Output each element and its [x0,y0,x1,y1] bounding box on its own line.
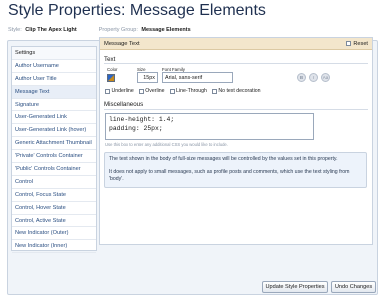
sidebar-item-control-focus-state[interactable]: Control, Focus State [12,189,96,202]
style-selector-bar: Style: Clip The Apex Light Property Grou… [8,24,378,36]
text-section-title: Text [104,56,116,63]
style-value: Clip The Apex Light [25,27,77,33]
overline-checkbox-box[interactable] [138,88,144,94]
no-text-decoration-checkbox[interactable]: No text decoration [211,88,261,94]
color-label: Color [107,67,118,72]
no-text-decoration-checkbox-box[interactable] [211,88,217,94]
line-through-checkbox[interactable]: Line-Through [169,88,207,94]
sidebar-item-generic-attachment-thumbnail[interactable]: Generic Attachment Thumbnail [12,137,96,151]
underline-checkbox[interactable]: Underline [105,88,134,94]
extra-css-hint: Use this box to enter any additional CSS… [105,142,228,147]
underline-checkbox-box[interactable] [105,88,110,94]
sidebar-item-message-text[interactable]: Message Text [12,85,96,99]
overline-checkbox[interactable]: Overline [138,88,165,94]
property-sidebar: Settings Author Username Author User Tit… [11,46,97,254]
sidebar-item-new-indicator-inner[interactable]: New Indicator (Inner) [12,240,96,254]
sidebar-item-settings[interactable]: Settings [12,47,96,60]
sidebar-item-control[interactable]: Control [12,176,96,189]
misc-section-divider [104,109,368,110]
font-family-input[interactable] [162,72,233,83]
misc-section-title: Miscellaneous [104,101,144,108]
description-line-1: The text shown in the body of full-size … [109,156,338,162]
reset-checkbox[interactable]: Reset [346,41,368,47]
style-label: Style: [8,27,22,33]
undo-changes-button[interactable]: Undo Changes [331,281,376,293]
line-through-checkbox-box[interactable] [169,88,175,94]
update-style-properties-button[interactable]: Update Style Properties [262,281,328,293]
page-title: Style Properties: Message Elements [8,2,266,19]
property-description: The text shown in the body of full-size … [104,152,367,188]
sidebar-item-new-indicator-outer[interactable]: New Indicator (Outer) [12,227,96,241]
bold-glyph: B [299,75,304,80]
decoration-options: Underline Overline Line-Through No text … [105,88,261,94]
reset-label: Reset [353,40,368,47]
overline-label: Overline [145,88,165,94]
underline-label: Underline [111,88,134,94]
italic-button[interactable]: I [309,73,318,82]
sidebar-item-author-username[interactable]: Author Username [12,60,96,73]
property-group-value: Message Elements [141,27,191,33]
panel-header: Message Text Reset [100,38,372,50]
bold-button[interactable]: B [297,73,306,82]
extra-css-textarea[interactable]: line-height: 1.4; padding: 25px; [105,113,314,140]
line-through-label: Line-Through [176,88,207,94]
sidebar-item-user-generated-link-hover[interactable]: User-Generated Link (hover) [12,124,96,138]
sidebar-item-private-controls-container[interactable]: 'Private' Controls Container [12,150,96,164]
size-input[interactable] [137,72,158,83]
no-text-decoration-label: No text decoration [218,88,261,94]
panel-title: Message Text [104,40,140,47]
sidebar-item-public-controls-container[interactable]: 'Public' Controls Container [12,163,96,176]
sidebar-item-control-active-state[interactable]: Control, Active State [12,215,96,228]
style-selector[interactable]: Style: Clip The Apex Light [8,27,77,33]
sidebar-item-signature[interactable]: Signature [12,99,96,112]
text-section-divider [104,63,368,64]
description-line-2: It does not apply to small messages, suc… [109,169,350,182]
property-group-label: Property Group: [98,27,138,33]
sidebar-item-author-user-title[interactable]: Author User Title [12,73,96,86]
text-case-glyph: Aa [322,75,329,80]
reset-checkbox-box[interactable] [346,41,352,46]
sidebar-item-control-hover-state[interactable]: Control, Hover State [12,202,96,215]
color-swatch[interactable] [107,74,115,82]
text-case-button[interactable]: Aa [321,73,330,82]
property-group-selector[interactable]: Property Group: Message Elements [99,27,191,33]
sidebar-item-user-generated-link[interactable]: User-Generated Link [12,111,96,125]
italic-glyph: I [312,75,315,80]
